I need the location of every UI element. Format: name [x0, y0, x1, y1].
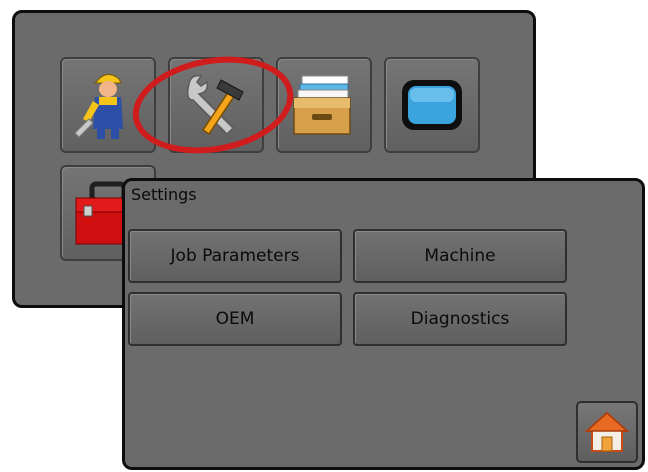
settings-title: Settings	[131, 185, 197, 204]
home-icon	[584, 411, 630, 452]
blue-screen-icon	[402, 80, 462, 130]
machine-button[interactable]: Machine	[353, 229, 567, 283]
oem-button[interactable]: OEM	[128, 292, 342, 346]
home-button[interactable]	[576, 401, 638, 463]
settings-panel: Settings Job Parameters Machine OEM Diag…	[122, 178, 645, 470]
job-parameters-button[interactable]: Job Parameters	[128, 229, 342, 283]
display-tile[interactable]	[384, 57, 480, 153]
operator-worker-icon	[74, 74, 123, 139]
diagnostics-button[interactable]: Diagnostics	[353, 292, 567, 346]
file-drawer-icon	[293, 75, 351, 135]
